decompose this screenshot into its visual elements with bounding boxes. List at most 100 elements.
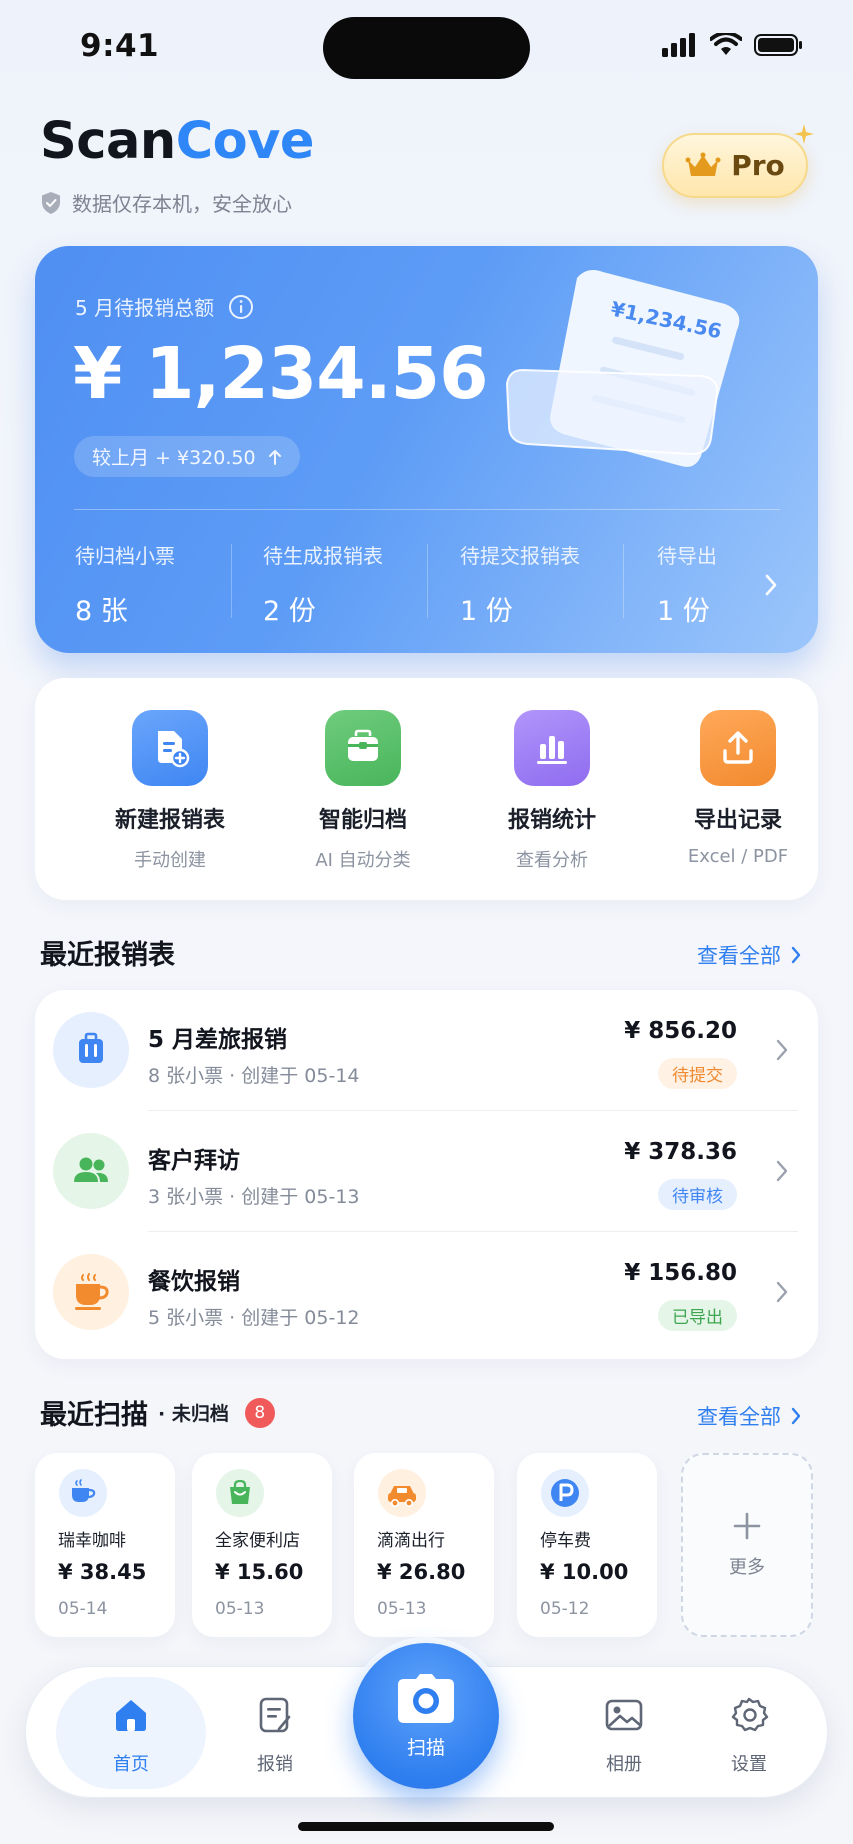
stat-separator [231,544,232,618]
summary-amount: ¥ 1,234.56 [73,332,488,415]
pro-label: Pro [731,149,785,182]
archive-box-icon [325,710,401,786]
camera-icon [398,1673,454,1723]
wifi-icon [710,33,742,55]
report-meta: 8 张小票 · 创建于 05-14 [148,1065,360,1087]
tab-album[interactable]: 相册 [564,1695,684,1776]
new-document-icon [132,710,208,786]
shopping-bag-icon [216,1469,264,1517]
report-amount: ¥ 156.80 [624,1260,737,1286]
scan-date: 05-13 [377,1599,427,1619]
tab-label: 首页 [113,1754,149,1775]
scan-amount: ¥ 26.80 [377,1560,466,1584]
signal-icon [662,33,695,57]
home-indicator [298,1822,554,1831]
report-title: 5 月差旅报销 [148,1027,288,1053]
stat-label: 待归档小票 [75,544,175,568]
car-icon [378,1469,426,1517]
status-badge: 已导出 [658,1300,737,1331]
report-document-icon [259,1697,291,1733]
report-title: 客户拜访 [148,1148,240,1174]
sparkle-icon [794,124,814,144]
reports-view-all-link[interactable]: 查看全部 [697,940,801,970]
luggage-icon [53,1012,129,1088]
action-subtitle: 查看分析 [516,850,588,871]
scan-amount: ¥ 38.45 [58,1560,147,1584]
action-title: 新建报销表 [114,808,225,833]
scan-button[interactable]: 扫描 [353,1643,499,1789]
pro-button[interactable]: Pro [662,133,808,198]
status-badge: 待审核 [658,1179,737,1210]
app-logo: ScanCove [40,112,315,171]
scan-merchant: 滴滴出行 [377,1531,445,1551]
report-stats-action[interactable]: 报销统计 查看分析 [457,710,647,872]
chevron-right-icon[interactable] [763,572,779,598]
recent-scans-header: 最近扫描 · 未归档 8 [40,1393,275,1432]
stat-pending-archive[interactable]: 待归档小票 8 张 [75,540,175,628]
chevron-right-icon [776,1039,788,1061]
pending-summary-card[interactable]: 5 月待报销总额 ¥ 1,234.56 较上月 + ¥320.50 ¥1,234… [35,246,818,653]
stat-label: 待生成报销表 [263,544,383,568]
coffee-icon [59,1469,107,1517]
bar-chart-icon [514,710,590,786]
chevron-right-icon [776,1281,788,1303]
tab-home[interactable]: 首页 [71,1695,191,1776]
more-scans-button[interactable]: 更多 [681,1453,813,1637]
report-row[interactable]: 餐饮报销 5 张小票 · 创建于 05-12 ¥ 156.80 已导出 [35,1232,818,1353]
dynamic-island [323,17,530,79]
summary-label-text: 5 月待报销总额 [75,296,215,320]
stat-pending-generate[interactable]: 待生成报销表 2 份 [263,540,383,628]
stat-value: 8 张 [75,596,128,627]
report-row[interactable]: 5 月差旅报销 8 张小票 · 创建于 05-14 ¥ 856.20 待提交 [35,990,818,1111]
scan-card[interactable]: 停车费 ¥ 10.00 05-12 [517,1453,657,1637]
action-subtitle: 手动创建 [134,850,206,871]
stat-separator [427,544,428,618]
scan-card[interactable]: 瑞幸咖啡 ¥ 38.45 05-14 [35,1453,175,1637]
recent-reports-title: 最近报销表 [40,940,175,971]
image-icon [605,1699,643,1731]
scan-date: 05-12 [540,1599,590,1619]
month-change-pill: 较上月 + ¥320.50 [74,436,300,477]
stat-pending-export[interactable]: 待导出 1 份 [657,540,717,628]
report-row[interactable]: 客户拜访 3 张小票 · 创建于 05-13 ¥ 378.36 待审核 [35,1111,818,1232]
tab-reports[interactable]: 报销 [215,1695,335,1776]
action-subtitle: Excel / PDF [687,846,789,867]
brand-cove: Cove [175,112,315,171]
scan-date: 05-14 [58,1599,108,1619]
scan-amount: ¥ 15.60 [215,1560,304,1584]
report-meta: 5 张小票 · 创建于 05-12 [148,1307,360,1329]
export-records-action[interactable]: 导出记录 Excel / PDF [643,710,833,867]
plus-icon [733,1512,761,1540]
chevron-right-icon [791,1407,801,1425]
tab-label: 报销 [257,1754,293,1775]
new-report-action[interactable]: 新建报销表 手动创建 [75,710,265,872]
stat-label: 待提交报销表 [460,544,580,568]
export-icon [700,710,776,786]
scan-card[interactable]: 全家便利店 ¥ 15.60 05-13 [192,1453,332,1637]
action-subtitle: AI 自动分类 [315,850,411,871]
tab-label: 相册 [606,1754,642,1775]
view-all-text: 查看全部 [697,1405,781,1429]
scan-amount: ¥ 10.00 [540,1560,629,1584]
stat-value: 2 份 [263,596,316,627]
status-time: 9:41 [80,28,160,64]
info-icon[interactable] [228,294,254,320]
stat-pending-submit[interactable]: 待提交报销表 1 份 [460,540,580,628]
scans-view-all-link[interactable]: 查看全部 [697,1401,801,1431]
battery-icon [754,34,802,56]
coffee-cup-icon [53,1254,129,1330]
scan-card[interactable]: 滴滴出行 ¥ 26.80 05-13 [354,1453,494,1637]
stat-value: 1 份 [657,596,710,627]
summary-label: 5 月待报销总额 [75,292,254,321]
unfiled-count-badge: 8 [244,1397,275,1428]
more-label: 更多 [729,1557,765,1578]
action-title: 报销统计 [507,808,596,833]
recent-scans-title: 最近扫描 [40,1400,148,1431]
tab-settings[interactable]: 设置 [689,1695,809,1776]
status-badge: 待提交 [658,1058,737,1089]
quick-actions: 新建报销表 手动创建 智能归档 AI 自动分类 报销统计 查看分析 导出记录 E… [35,678,818,900]
home-icon [116,1700,146,1731]
chevron-right-icon [791,946,801,964]
stat-value: 1 份 [460,596,513,627]
smart-archive-action[interactable]: 智能归档 AI 自动分类 [268,710,458,872]
